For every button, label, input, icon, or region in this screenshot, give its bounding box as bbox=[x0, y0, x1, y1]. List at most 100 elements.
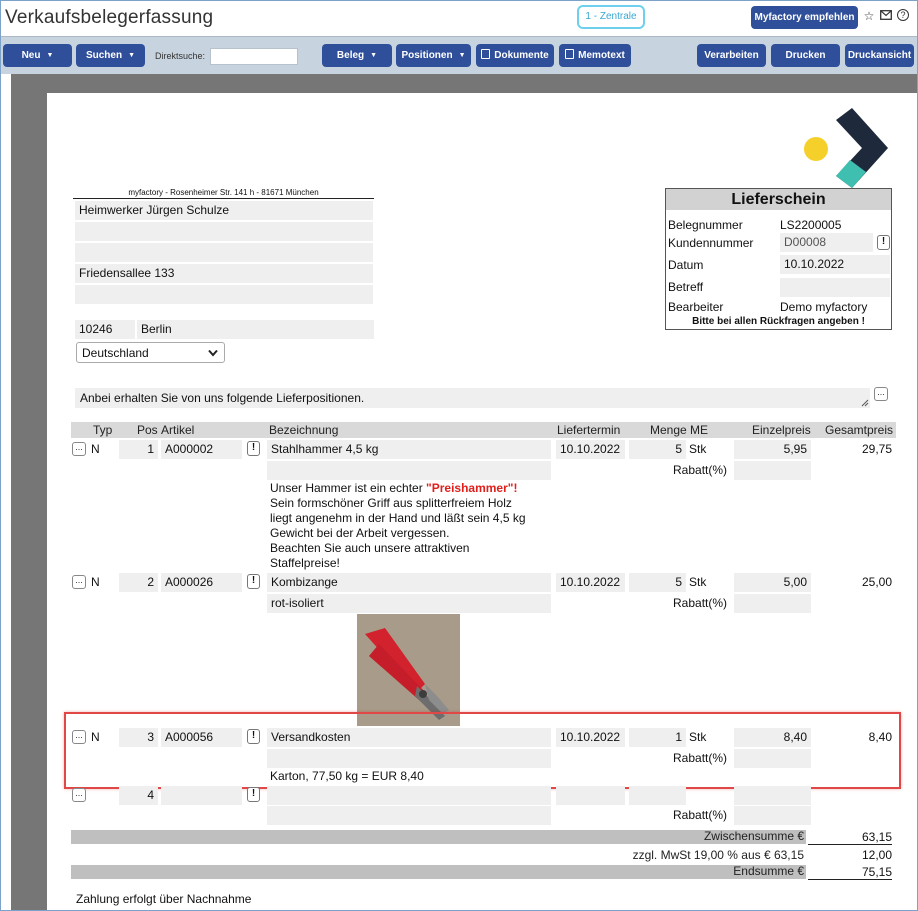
col-gesamtpreis: Gesamtpreis bbox=[825, 423, 894, 437]
mail-icon[interactable] bbox=[879, 9, 893, 23]
recommend-button[interactable]: Myfactory empfehlen bbox=[751, 6, 858, 29]
tenant-selector[interactable]: 1 - Zentrale bbox=[577, 5, 645, 29]
row-liefertermin-field[interactable] bbox=[556, 786, 625, 805]
document-type-title: Lieferschein bbox=[666, 189, 891, 210]
address-line5-field[interactable] bbox=[75, 285, 373, 304]
suchen-label: Suchen bbox=[85, 50, 123, 61]
beleg-button[interactable]: Beleg ▼ bbox=[322, 44, 392, 67]
direktsuche-label: Direktsuche: bbox=[155, 51, 206, 61]
row-menge-field[interactable] bbox=[629, 786, 686, 805]
row-einzelpreis-field[interactable]: 5,95 bbox=[734, 440, 811, 459]
row-menge-field[interactable]: 5 bbox=[629, 440, 686, 459]
memotext-label: Memotext bbox=[578, 50, 625, 61]
address-line2-field[interactable] bbox=[75, 222, 373, 241]
intro-text-area[interactable]: Anbei erhalten Sie von uns folgende Lief… bbox=[75, 388, 870, 408]
row-rabatt-field[interactable] bbox=[734, 594, 811, 613]
address-line3-field[interactable] bbox=[75, 243, 373, 262]
kunde-info-button[interactable]: ! bbox=[877, 235, 890, 250]
row-rabatt-label: Rabatt(%) bbox=[673, 596, 728, 610]
memo-line: liegt angenehm in der Hand und läßt sein… bbox=[270, 511, 526, 525]
row-more-button[interactable]: ... bbox=[72, 442, 86, 456]
country-value: Deutschland bbox=[82, 346, 149, 360]
row-einzelpreis-field[interactable]: 5,00 bbox=[734, 573, 811, 592]
druckansicht-button[interactable]: Druckansicht bbox=[845, 44, 914, 67]
neu-button[interactable]: Neu ▼ bbox=[3, 44, 72, 67]
col-einzelpreis: Einzelpreis bbox=[752, 423, 811, 437]
row-pos-field[interactable]: 2 bbox=[119, 573, 158, 592]
title-bar: Verkaufsbelegerfassung 1 - Zentrale Myfa… bbox=[0, 0, 918, 36]
row-artikel-field[interactable] bbox=[161, 786, 242, 805]
row-menge-field[interactable]: 5 bbox=[629, 573, 686, 592]
col-menge-me: Menge ME bbox=[650, 423, 709, 437]
row-more-button[interactable]: ... bbox=[72, 788, 86, 802]
zwischensumme-value: 63,15 bbox=[808, 830, 892, 845]
datum-label: Datum bbox=[668, 258, 704, 272]
row-liefertermin-field[interactable]: 10.10.2022 bbox=[556, 573, 625, 592]
direktsuche-input[interactable] bbox=[210, 48, 298, 65]
row-rabatt-label: Rabatt(%) bbox=[673, 808, 728, 822]
toolbar: Neu ▼ Suchen ▼ Direktsuche: Beleg ▼ Positio… bbox=[0, 36, 918, 74]
row-artikel-info-button[interactable]: ! bbox=[247, 574, 260, 589]
address-street-field[interactable]: Friedensallee 133 bbox=[75, 264, 373, 283]
drucken-button[interactable]: Drucken bbox=[771, 44, 840, 67]
myfactory-logo-icon bbox=[804, 108, 888, 188]
row-rabatt-field[interactable] bbox=[734, 806, 811, 825]
canvas-margin bbox=[0, 74, 11, 911]
zip-field[interactable]: 10246 bbox=[75, 320, 135, 339]
betreff-field[interactable] bbox=[780, 278, 890, 297]
row-zusatz-field[interactable]: rot-isoliert bbox=[267, 594, 551, 613]
row-bezeichnung-field[interactable]: Kombizange bbox=[267, 573, 551, 592]
row-bezeichnung-field[interactable]: Stahlhammer 4,5 kg bbox=[267, 440, 551, 459]
document-info-box: Lieferschein Belegnummer LS2200005 Kunde… bbox=[665, 188, 892, 330]
belegnummer-value: LS2200005 bbox=[780, 218, 842, 232]
row-bezeichnung-field[interactable] bbox=[267, 786, 551, 805]
col-pos: Pos bbox=[137, 423, 158, 437]
col-liefertermin: Liefertermin bbox=[557, 423, 621, 437]
row-zusatz-field[interactable] bbox=[267, 461, 551, 480]
city-field[interactable]: Berlin bbox=[137, 320, 374, 339]
betreff-label: Betreff bbox=[668, 280, 704, 294]
verarbeiten-button[interactable]: Verarbeiten bbox=[697, 44, 766, 67]
country-select[interactable]: Deutschland bbox=[76, 342, 225, 363]
row-pos-field[interactable]: 1 bbox=[119, 440, 158, 459]
suchen-button[interactable]: Suchen ▼ bbox=[76, 44, 145, 67]
mwst-value: 12,00 bbox=[861, 848, 892, 862]
row-artikel-field[interactable]: A000026 bbox=[161, 573, 242, 592]
beleg-label: Beleg bbox=[336, 50, 365, 61]
memotext-button[interactable]: Memotext bbox=[559, 44, 631, 67]
chevron-down-icon bbox=[208, 349, 218, 357]
row-more-button[interactable]: ... bbox=[72, 575, 86, 589]
row-memo-text: Unser Hammer ist ein echter "Preishammer… bbox=[270, 481, 526, 571]
row-artikel-field[interactable]: A000002 bbox=[161, 440, 242, 459]
positionen-button[interactable]: Positionen ▼ bbox=[396, 44, 471, 67]
table-header: Typ Pos Artikel Bezeichnung Liefertermin… bbox=[71, 422, 896, 438]
datum-field[interactable]: 10.10.2022 bbox=[780, 255, 890, 274]
dokumente-label: Dokumente bbox=[494, 50, 549, 61]
resize-handle-icon[interactable] bbox=[861, 399, 869, 407]
belegnummer-label: Belegnummer bbox=[668, 218, 743, 232]
kundennummer-field[interactable]: D00008 bbox=[780, 233, 873, 252]
dokumente-button[interactable]: Dokumente bbox=[476, 44, 554, 67]
memo-line: Beachten Sie auch unsere attraktiven bbox=[270, 541, 470, 555]
memo-line: Unser Hammer ist ein echter bbox=[270, 481, 427, 495]
row-artikel-info-button[interactable]: ! bbox=[247, 787, 260, 802]
row-zusatz-field[interactable] bbox=[267, 806, 551, 825]
chevron-down-icon: ▼ bbox=[128, 52, 136, 59]
mwst-label: zzgl. MwSt 19,00 % aus € 63,15 bbox=[632, 848, 804, 862]
memo-icon bbox=[565, 49, 575, 59]
endsumme-value: 75,15 bbox=[808, 865, 892, 880]
row-liefertermin-field[interactable]: 10.10.2022 bbox=[556, 440, 625, 459]
row-artikel-info-button[interactable]: ! bbox=[247, 441, 260, 456]
chevron-down-icon: ▼ bbox=[458, 52, 466, 59]
bearbeiter-label: Bearbeiter bbox=[668, 300, 724, 314]
address-name-field[interactable]: Heimwerker Jürgen Schulze bbox=[75, 201, 373, 220]
payment-note: Zahlung erfolgt über Nachnahme bbox=[76, 892, 252, 906]
help-icon[interactable]: ? bbox=[897, 9, 909, 21]
star-icon[interactable]: ☆ bbox=[862, 9, 876, 23]
row-einzelpreis-field[interactable] bbox=[734, 786, 811, 805]
row-rabatt-field[interactable] bbox=[734, 461, 811, 480]
col-bezeichnung: Bezeichnung bbox=[269, 423, 339, 437]
intro-text-more-button[interactable]: ... bbox=[874, 387, 888, 401]
reference-note: Bitte bei allen Rückfragen angeben ! bbox=[692, 316, 865, 327]
row-pos-field[interactable]: 4 bbox=[119, 786, 158, 805]
